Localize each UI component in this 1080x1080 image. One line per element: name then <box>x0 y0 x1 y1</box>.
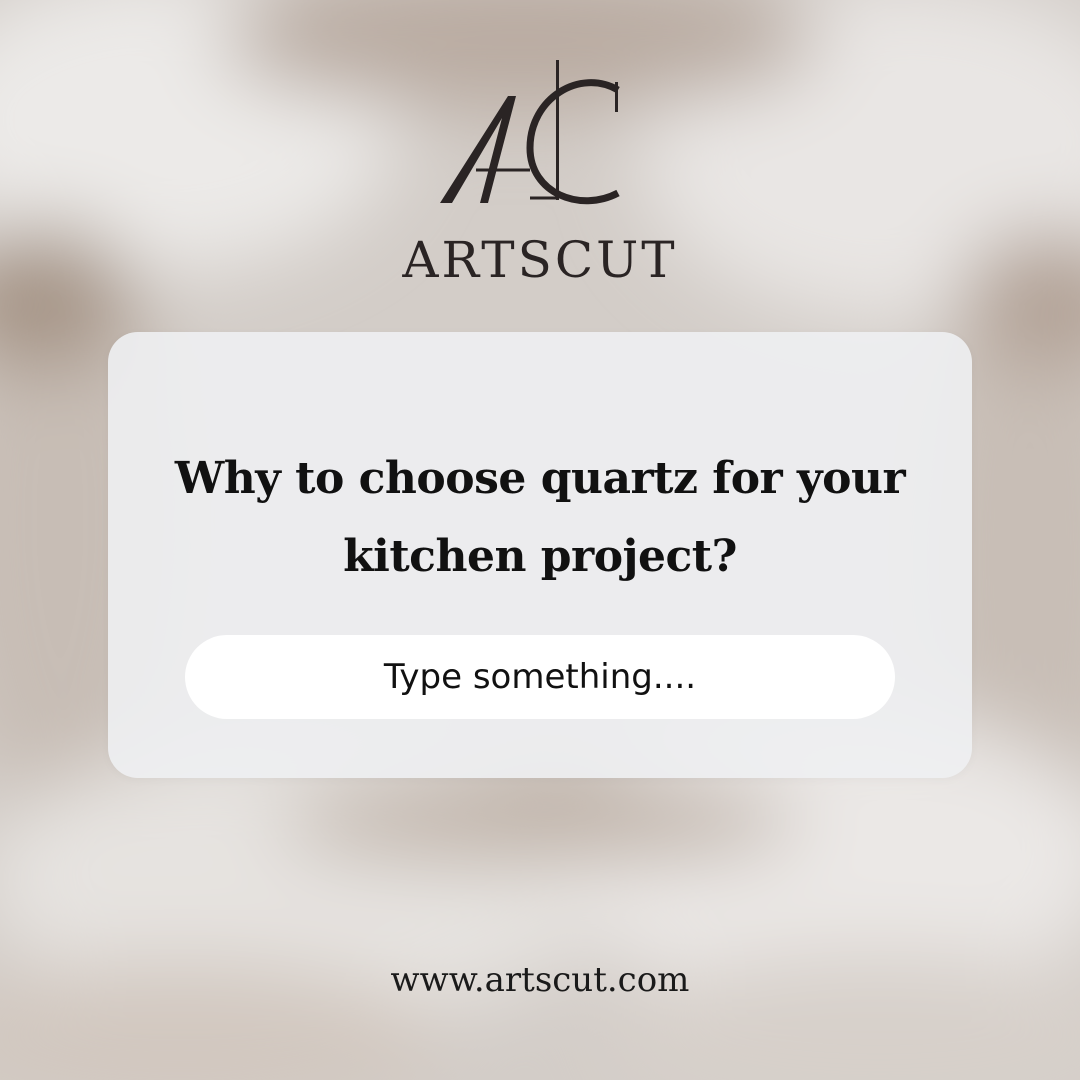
artscut-logo: ARTSCUT <box>380 58 700 285</box>
answer-input[interactable] <box>185 635 895 719</box>
question-heading: Why to choose quartz for your kitchen pr… <box>174 453 906 582</box>
monogram-logo-icon <box>440 60 620 205</box>
question-card: Why to choose quartz for your kitchen pr… <box>108 332 972 778</box>
website-url[interactable]: www.artscut.com <box>0 958 1080 1002</box>
brand-name: ARTSCUT <box>402 231 678 289</box>
